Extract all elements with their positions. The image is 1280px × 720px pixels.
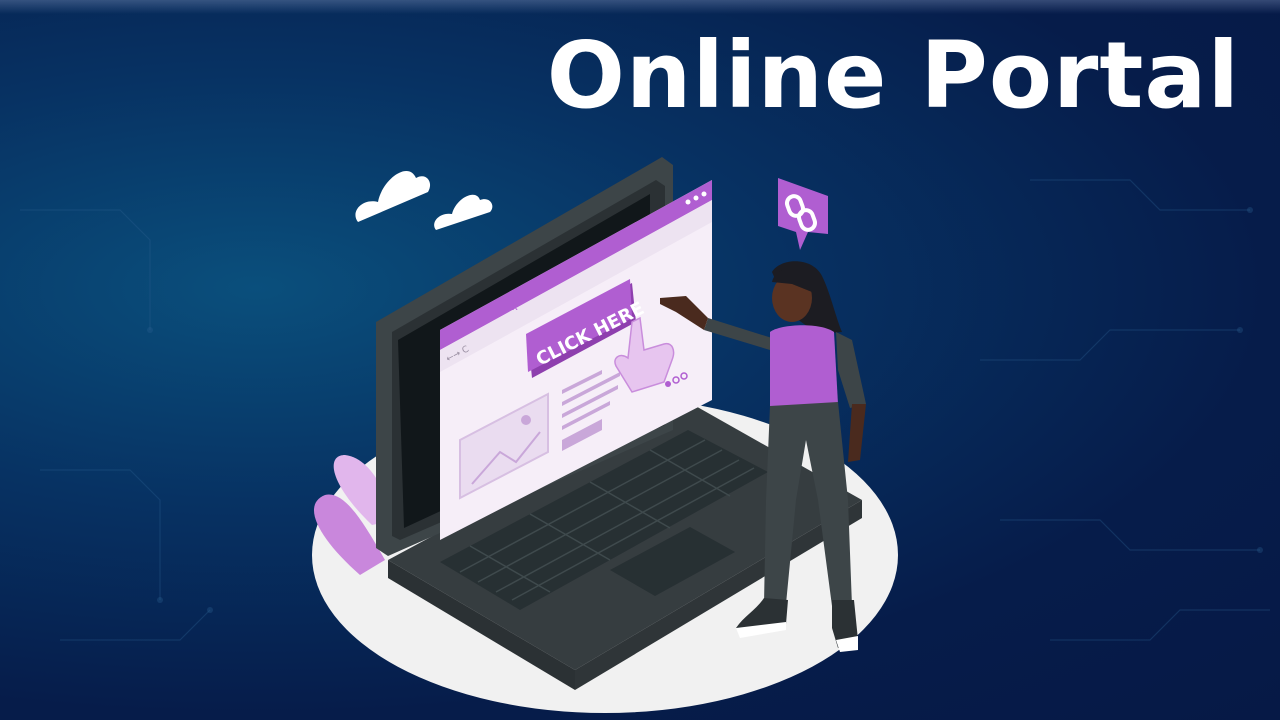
illustration: ←→ C x CLICK HERE: [312, 157, 898, 713]
link-icon: [778, 178, 828, 250]
cloud-icon: [355, 171, 431, 222]
slider-dots: [665, 381, 671, 387]
cloud-icon: [434, 194, 493, 230]
tab-close-icon: x: [512, 302, 518, 313]
